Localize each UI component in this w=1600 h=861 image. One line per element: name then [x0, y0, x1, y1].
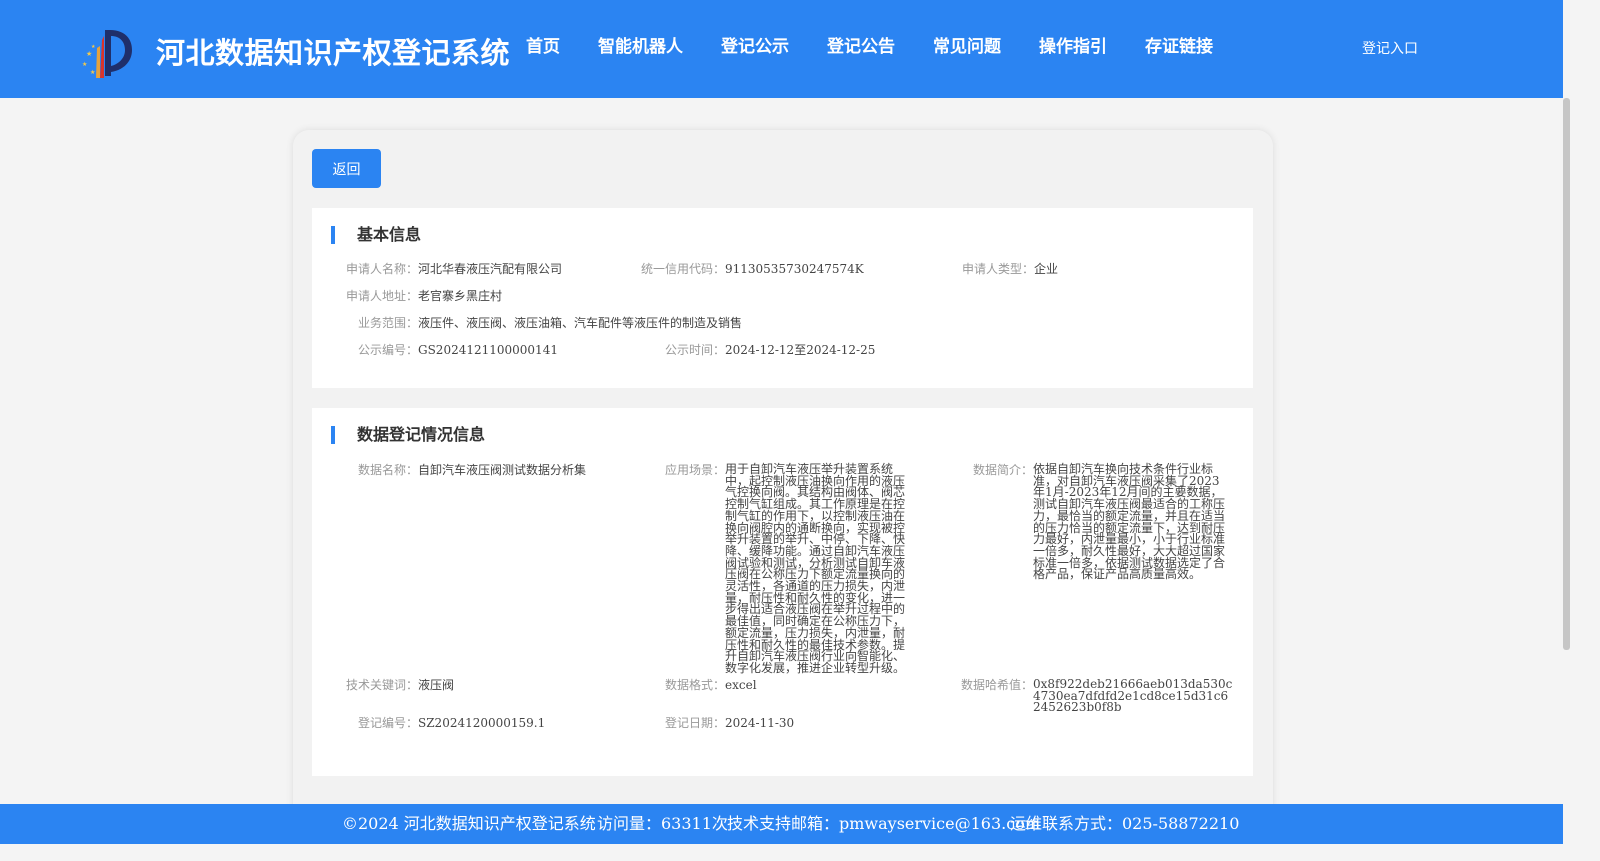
application-scenario-label: 应用场景：	[664, 463, 725, 477]
main-nav: 首页 智能机器人 登记公示 登记公告 常见问题 操作指引 存证链接	[507, 34, 1232, 60]
data-hash-value: 0x8f922deb21666aeb013da530c4730ea7dfdfd2…	[1033, 677, 1233, 715]
applicant-name-label: 申请人名称：	[345, 262, 418, 276]
business-scope-value: 液压件、液压阀、液压油箱、汽车配件等液压件的制造及销售	[418, 316, 743, 330]
footer-visits: 访问量：63311次	[597, 814, 728, 833]
address-label: 申请人地址：	[345, 289, 418, 303]
svg-text:★: ★	[86, 50, 92, 58]
applicant-type-value: 企业	[1034, 262, 1059, 276]
site-logo-icon[interactable]: ★ ★ ★ ★	[80, 26, 136, 82]
registration-info-title: 数据登记情况信息	[331, 426, 485, 444]
footer: ©2024 河北数据知识产权登记系统 访问量：63311次 技术支持邮箱：pmw…	[0, 804, 1563, 844]
business-scope-label: 业务范围：	[357, 316, 418, 330]
svg-text:★: ★	[82, 61, 87, 68]
notice-no-label: 公示编号：	[357, 343, 418, 357]
data-name-label: 数据名称：	[357, 463, 418, 477]
data-summary-value: 依据自卸汽车换向技术条件行业标准，对自卸汽车液压阀采集了2023年1月-2023…	[1033, 462, 1226, 582]
notice-no-value: GS2024121100000141	[418, 343, 558, 357]
registration-date-label: 登记日期：	[664, 716, 725, 730]
login-link[interactable]: 登记入口	[1362, 38, 1418, 58]
svg-text:★: ★	[90, 69, 95, 76]
data-name-value: 自卸汽车液压阀测试数据分析集	[418, 463, 587, 477]
nav-evidence-link[interactable]: 存证链接	[1126, 34, 1232, 60]
applicant-name-value: 河北华春液压汽配有限公司	[418, 262, 563, 276]
nav-home[interactable]: 首页	[507, 34, 579, 60]
detail-container: 返回 基本信息 申请人名称： 河北华春液压汽配有限公司 统一信用代码： 9113…	[293, 130, 1273, 830]
applicant-type-label: 申请人类型：	[961, 262, 1034, 276]
nav-registration-notice[interactable]: 登记公示	[702, 34, 808, 60]
notice-time-label: 公示时间：	[664, 343, 725, 357]
nav-robot[interactable]: 智能机器人	[579, 34, 702, 60]
registration-no-value: SZ2024120000159.1	[418, 716, 546, 730]
top-header: ★ ★ ★ ★ 河北数据知识产权登记系统 首页 智能机器人 登记公示 登记公告 …	[0, 0, 1563, 98]
application-scenario-value: 用于自卸汽车液压举升装置系统中，起控制液压油换向作用的液压气控换向阀。其结构由阀…	[725, 462, 906, 675]
footer-contact: 运维联系方式：025-58872210	[1010, 814, 1240, 833]
data-format-label: 数据格式：	[664, 678, 725, 692]
credit-code-label: 统一信用代码：	[640, 262, 725, 276]
registration-no-label: 登记编号：	[357, 716, 418, 730]
data-hash-label: 数据哈希值：	[960, 678, 1033, 692]
nav-registration-announcement[interactable]: 登记公告	[808, 34, 914, 60]
credit-code-value: 91130535730247574K	[725, 262, 864, 276]
registration-info-card: 数据登记情况信息 数据名称： 自卸汽车液压阀测试数据分析集 应用场景： 用于自卸…	[312, 408, 1253, 776]
back-button[interactable]: 返回	[312, 149, 381, 188]
address-value: 老官寨乡黑庄村	[418, 289, 503, 303]
scrollbar-thumb[interactable]	[1563, 98, 1570, 650]
data-summary-label: 数据简介：	[972, 463, 1033, 477]
registration-date-value: 2024-11-30	[725, 716, 795, 730]
basic-info-card: 基本信息 申请人名称： 河北华春液压汽配有限公司 统一信用代码： 9113053…	[312, 208, 1253, 388]
nav-guide[interactable]: 操作指引	[1020, 34, 1126, 60]
footer-support-email: 技术支持邮箱：pmwayservice@163.com	[727, 814, 1040, 833]
tech-keywords-label: 技术关键词：	[345, 678, 418, 692]
basic-info-title: 基本信息	[331, 226, 421, 244]
site-title: 河北数据知识产权登记系统	[156, 36, 511, 70]
footer-copyright: ©2024 河北数据知识产权登记系统	[342, 814, 596, 833]
data-format-value: excel	[725, 678, 757, 692]
tech-keywords-value: 液压阀	[418, 678, 455, 692]
notice-time-value: 2024-12-12至2024-12-25	[725, 343, 876, 357]
nav-faq[interactable]: 常见问题	[914, 34, 1020, 60]
svg-text:★: ★	[91, 44, 96, 50]
